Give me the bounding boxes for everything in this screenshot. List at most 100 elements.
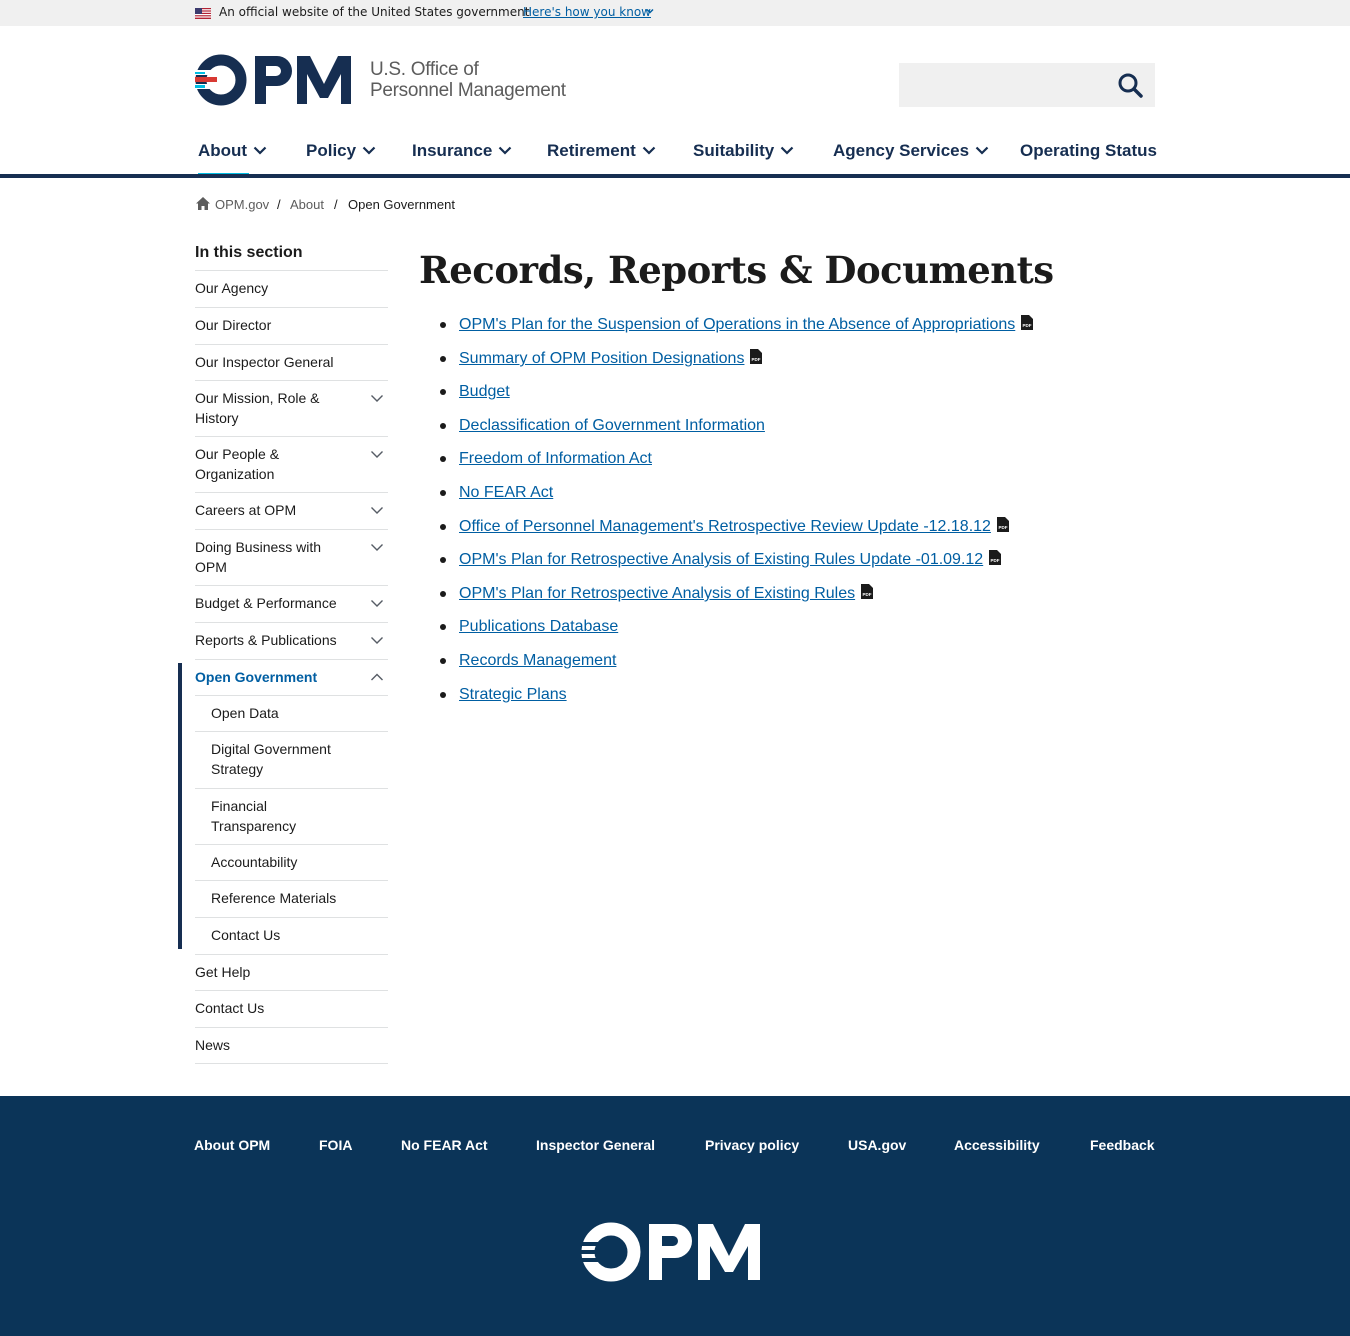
logo-subtitle-line2: Personnel Management: [370, 80, 566, 101]
logo-subtitle-line1: U.S. Office of: [370, 59, 479, 80]
breadcrumb-about-link[interactable]: About: [290, 197, 324, 213]
chevron-down-icon[interactable]: [370, 449, 384, 459]
sidebar-item-people[interactable]: Our People & Organization: [195, 436, 388, 492]
doc-link[interactable]: Office of Personnel Management's Retrosp…: [459, 516, 1009, 538]
sidebar-item-label: Our Mission, Role & History: [195, 390, 320, 426]
bullet-icon: [440, 591, 446, 597]
sidebar-subitem-digital-strategy[interactable]: Digital Government Strategy: [195, 731, 388, 788]
sidebar-item-label: Open Government: [195, 669, 318, 685]
sidebar-item-doing-business[interactable]: Doing Business with OPM: [195, 529, 388, 585]
footer-link-usa-gov[interactable]: USA.gov: [848, 1136, 906, 1154]
doc-link-label: No FEAR Act: [459, 484, 554, 501]
sidebar-item-open-government[interactable]: Open Government: [195, 659, 388, 695]
sidebar-item-mission[interactable]: Our Mission, Role & History: [195, 380, 388, 436]
sidebar-subitem-accountability[interactable]: Accountability: [195, 844, 388, 880]
sidebar-item-label: Reports & Publications: [195, 632, 337, 648]
sidebar-subitem-reference-materials[interactable]: Reference Materials: [195, 880, 388, 917]
sidebar-subitem-open-data[interactable]: Open Data: [195, 695, 388, 731]
search-input[interactable]: [899, 63, 1109, 107]
bullet-icon: [440, 490, 446, 496]
doc-link[interactable]: Freedom of Information Act: [459, 448, 652, 470]
doc-link[interactable]: OPM's Plan for the Suspension of Operati…: [459, 314, 1034, 336]
footer-link-feedback[interactable]: Feedback: [1090, 1136, 1155, 1154]
pdf-icon: PDF: [996, 517, 1009, 533]
bullet-icon: [440, 624, 446, 630]
footer-link-no-fear[interactable]: No FEAR Act: [401, 1136, 488, 1154]
search-icon[interactable]: [1113, 71, 1147, 99]
doc-link[interactable]: OPM's Plan for Retrospective Analysis of…: [459, 583, 874, 605]
nav-item-suitability[interactable]: Suitability: [693, 141, 794, 161]
doc-link[interactable]: Publications Database: [459, 616, 618, 638]
sidebar-bottom-divider: [195, 1063, 388, 1064]
us-flag-icon: [195, 8, 211, 19]
bullet-icon: [440, 658, 446, 664]
footer-link-privacy[interactable]: Privacy policy: [705, 1136, 799, 1154]
chevron-down-icon[interactable]: [370, 635, 384, 645]
sidebar-item-label: Careers at OPM: [195, 502, 297, 518]
footer-link-inspector-general[interactable]: Inspector General: [536, 1136, 655, 1154]
nav-item-retirement[interactable]: Retirement: [547, 141, 656, 161]
pdf-icon: PDF: [750, 349, 763, 365]
doc-link[interactable]: Declassification of Government Informati…: [459, 415, 765, 437]
nav-label: Operating Status: [1020, 141, 1157, 160]
chevron-down-icon[interactable]: [645, 6, 655, 16]
sidebar-item-budget-performance[interactable]: Budget & Performance: [195, 585, 388, 622]
breadcrumb-current: Open Government: [348, 197, 455, 212]
svg-text:PDF: PDF: [1023, 323, 1032, 328]
sidebar-item-inspector-general[interactable]: Our Inspector General: [195, 344, 388, 380]
chevron-down-icon: [975, 146, 989, 155]
footer-link-accessibility[interactable]: Accessibility: [954, 1136, 1040, 1154]
footer-link-foia[interactable]: FOIA: [319, 1136, 352, 1154]
doc-link[interactable]: Strategic Plans: [459, 684, 567, 706]
nav-label: Agency Services: [833, 141, 970, 160]
main-nav: About Policy Insurance Retirement Suitab…: [0, 130, 1350, 178]
sidebar-item-label: Our Inspector General: [195, 354, 334, 370]
sidebar-item-get-help[interactable]: Get Help: [195, 954, 388, 990]
nav-label: Insurance: [412, 141, 493, 160]
chevron-up-icon[interactable]: [370, 672, 384, 682]
opm-footer-logo[interactable]: [581, 1222, 763, 1282]
sidebar-item-our-agency[interactable]: Our Agency: [195, 270, 388, 307]
nav-item-operating-status[interactable]: Operating Status: [1020, 141, 1157, 161]
chevron-down-icon[interactable]: [370, 393, 384, 403]
nav-item-about[interactable]: About: [198, 141, 267, 161]
chevron-down-icon: [780, 146, 794, 155]
sidebar-item-news[interactable]: News: [195, 1027, 388, 1063]
doc-link[interactable]: Records Management: [459, 650, 616, 672]
pdf-icon: PDF: [861, 584, 874, 600]
chevron-down-icon: [362, 146, 376, 155]
sidebar-item-our-director[interactable]: Our Director: [195, 307, 388, 344]
nav-label: Retirement: [547, 141, 636, 160]
chevron-down-icon: [499, 146, 512, 155]
sidebar-item-contact-us[interactable]: Contact Us: [195, 990, 388, 1027]
chevron-down-icon[interactable]: [370, 542, 384, 552]
sidebar-item-reports-publications[interactable]: Reports & Publications: [195, 622, 388, 659]
doc-link[interactable]: OPM's Plan for Retrospective Analysis of…: [459, 549, 1002, 571]
svg-text:PDF: PDF: [991, 558, 1000, 563]
footer-link-about[interactable]: About OPM: [194, 1136, 270, 1154]
sidebar-item-label: Contact Us: [211, 927, 281, 943]
doc-link-label: Freedom of Information Act: [459, 450, 652, 467]
sidebar-item-label: Accountability: [211, 854, 298, 870]
breadcrumb-home-link[interactable]: OPM.gov: [215, 197, 269, 213]
sidebar-subitem-financial-transparency[interactable]: Financial Transparency: [195, 788, 388, 844]
sidebar-item-careers[interactable]: Careers at OPM: [195, 492, 388, 529]
svg-text:PDF: PDF: [863, 592, 872, 597]
chevron-down-icon[interactable]: [370, 505, 384, 515]
gov-banner: An official website of the United States…: [0, 0, 1350, 26]
sidebar-subitem-contact-us[interactable]: Contact Us: [195, 917, 388, 954]
bullet-icon: [440, 322, 446, 328]
bullet-icon: [440, 423, 446, 429]
nav-item-agency-services[interactable]: Agency Services: [833, 141, 989, 161]
doc-link[interactable]: No FEAR Act: [459, 482, 553, 504]
opm-logo[interactable]: U.S. Office of Personnel Management: [195, 54, 566, 108]
doc-link[interactable]: Summary of OPM Position Designations PDF: [459, 348, 763, 370]
pdf-icon: PDF: [1021, 315, 1034, 331]
chevron-down-icon[interactable]: [370, 598, 384, 608]
nav-item-insurance[interactable]: Insurance: [412, 141, 512, 161]
page-title: Records, Reports & Documents: [419, 248, 1054, 292]
doc-link[interactable]: Budget: [459, 381, 510, 403]
home-icon[interactable]: [195, 196, 211, 211]
nav-item-policy[interactable]: Policy: [306, 141, 376, 161]
how-you-know-link[interactable]: Here's how you know: [523, 5, 651, 20]
